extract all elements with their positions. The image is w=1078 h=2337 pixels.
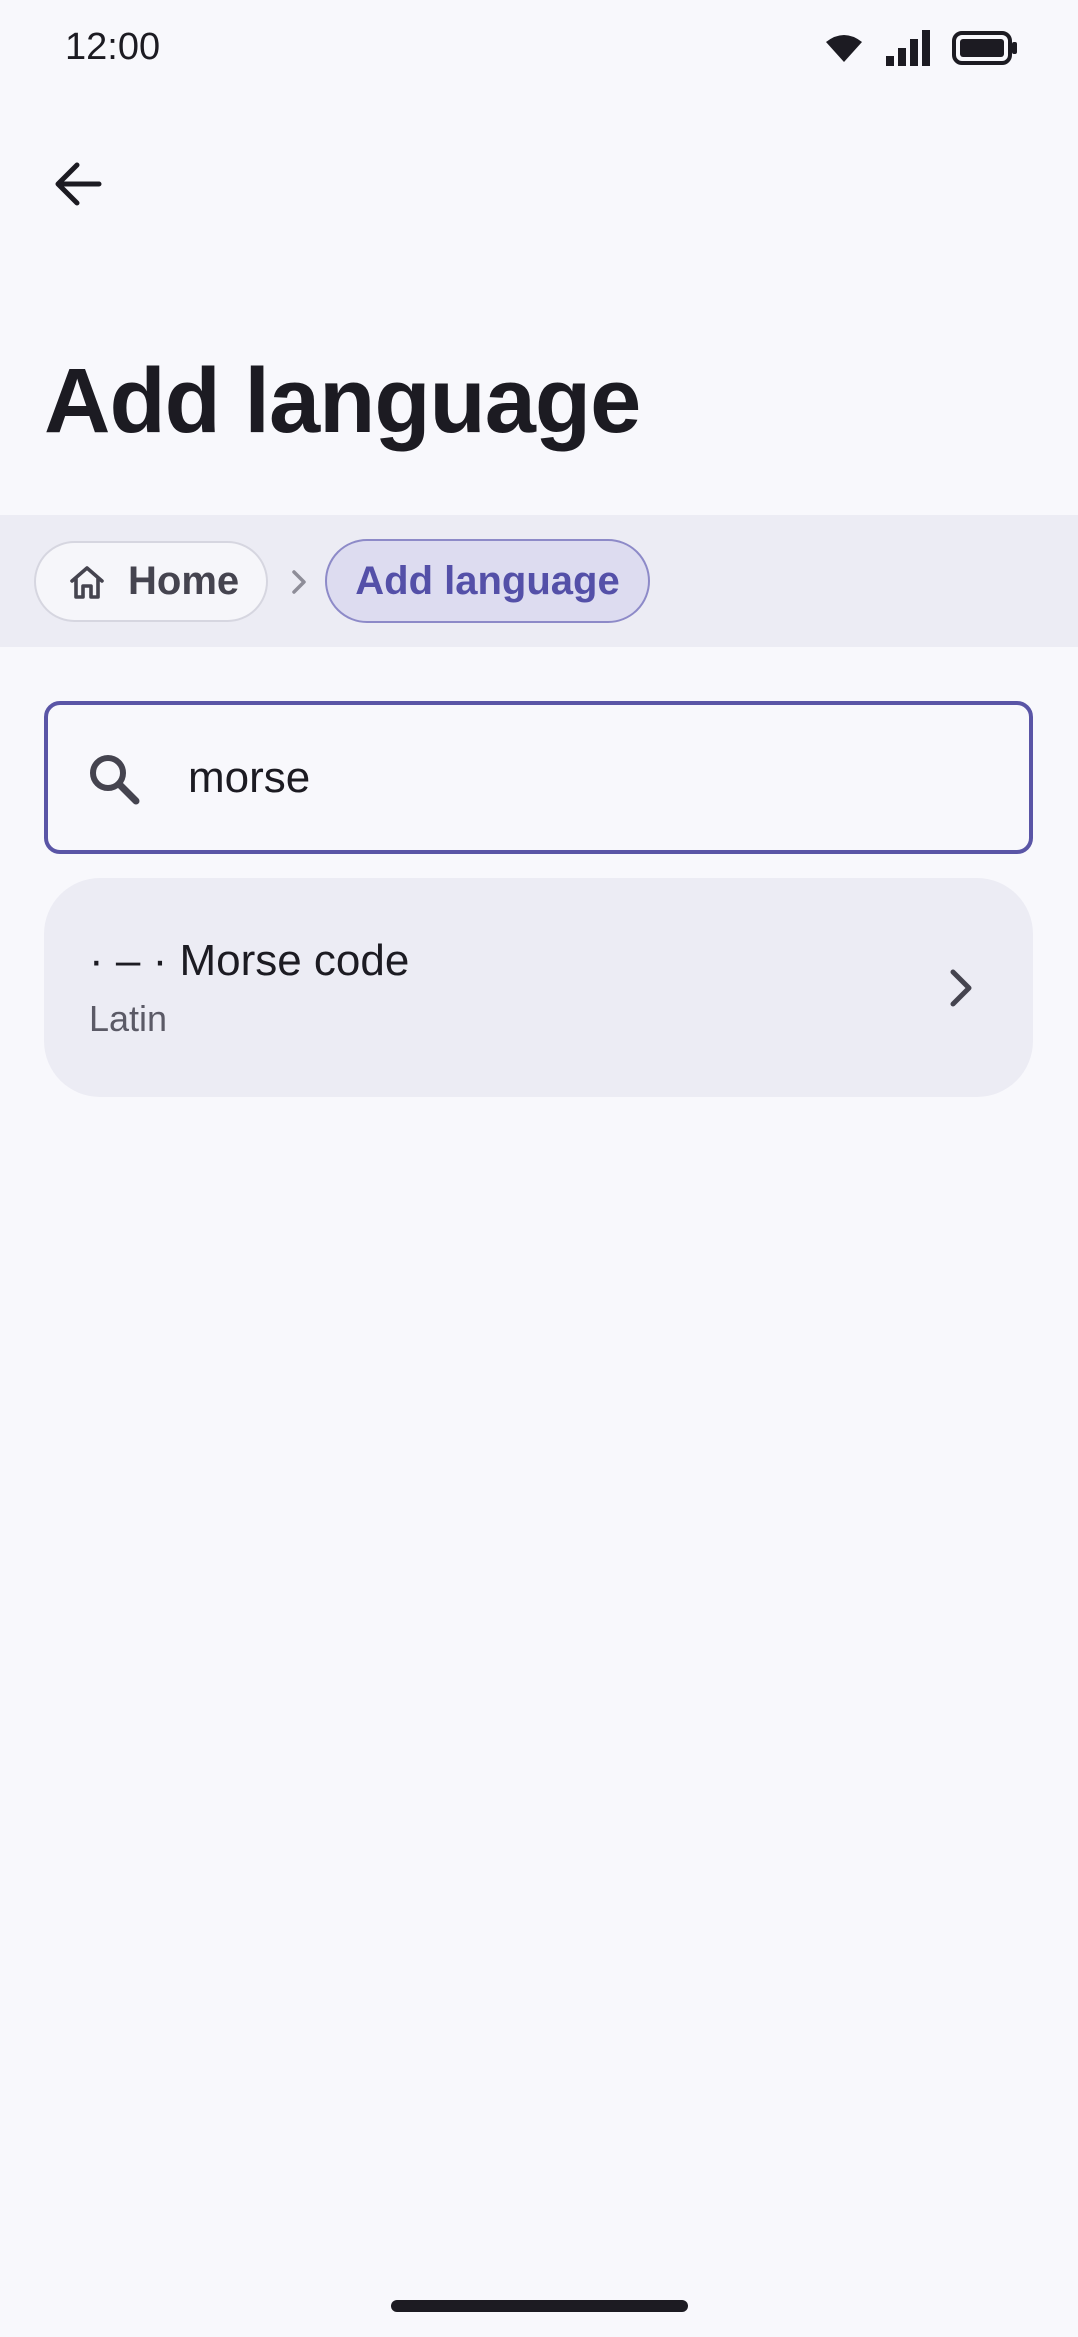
breadcrumb-home-label: Home	[128, 559, 240, 603]
chevron-right-icon	[287, 565, 311, 599]
breadcrumb-current-label: Add language	[355, 558, 620, 603]
status-bar: 12:00	[0, 0, 1078, 96]
breadcrumb-current[interactable]: Add language	[325, 539, 650, 623]
home-indicator[interactable]	[391, 2300, 688, 2312]
back-button[interactable]	[38, 144, 118, 224]
status-icons	[824, 28, 1018, 68]
result-subtitle: Latin	[89, 998, 168, 1039]
result-title: · – · Morse code	[89, 936, 410, 985]
status-time: 12:00	[65, 26, 161, 68]
search-input[interactable]	[188, 735, 988, 820]
result-item-morse-code[interactable]: · – · Morse code Latin	[44, 878, 1033, 1097]
search-icon	[90, 755, 140, 805]
battery-icon	[952, 31, 1017, 65]
page-title: Add language	[44, 350, 641, 452]
signal-icon	[886, 30, 930, 66]
arrow-left-icon	[55, 162, 102, 206]
breadcrumb: Home Add language	[0, 515, 1078, 647]
search-field[interactable]	[44, 701, 1033, 854]
screen: 12:00 Add language Home Add language mor…	[0, 0, 1078, 2337]
breadcrumb-home[interactable]: Home	[34, 541, 268, 622]
home-icon	[70, 565, 104, 599]
chevron-right-icon	[950, 969, 972, 1007]
wifi-icon	[826, 35, 862, 62]
